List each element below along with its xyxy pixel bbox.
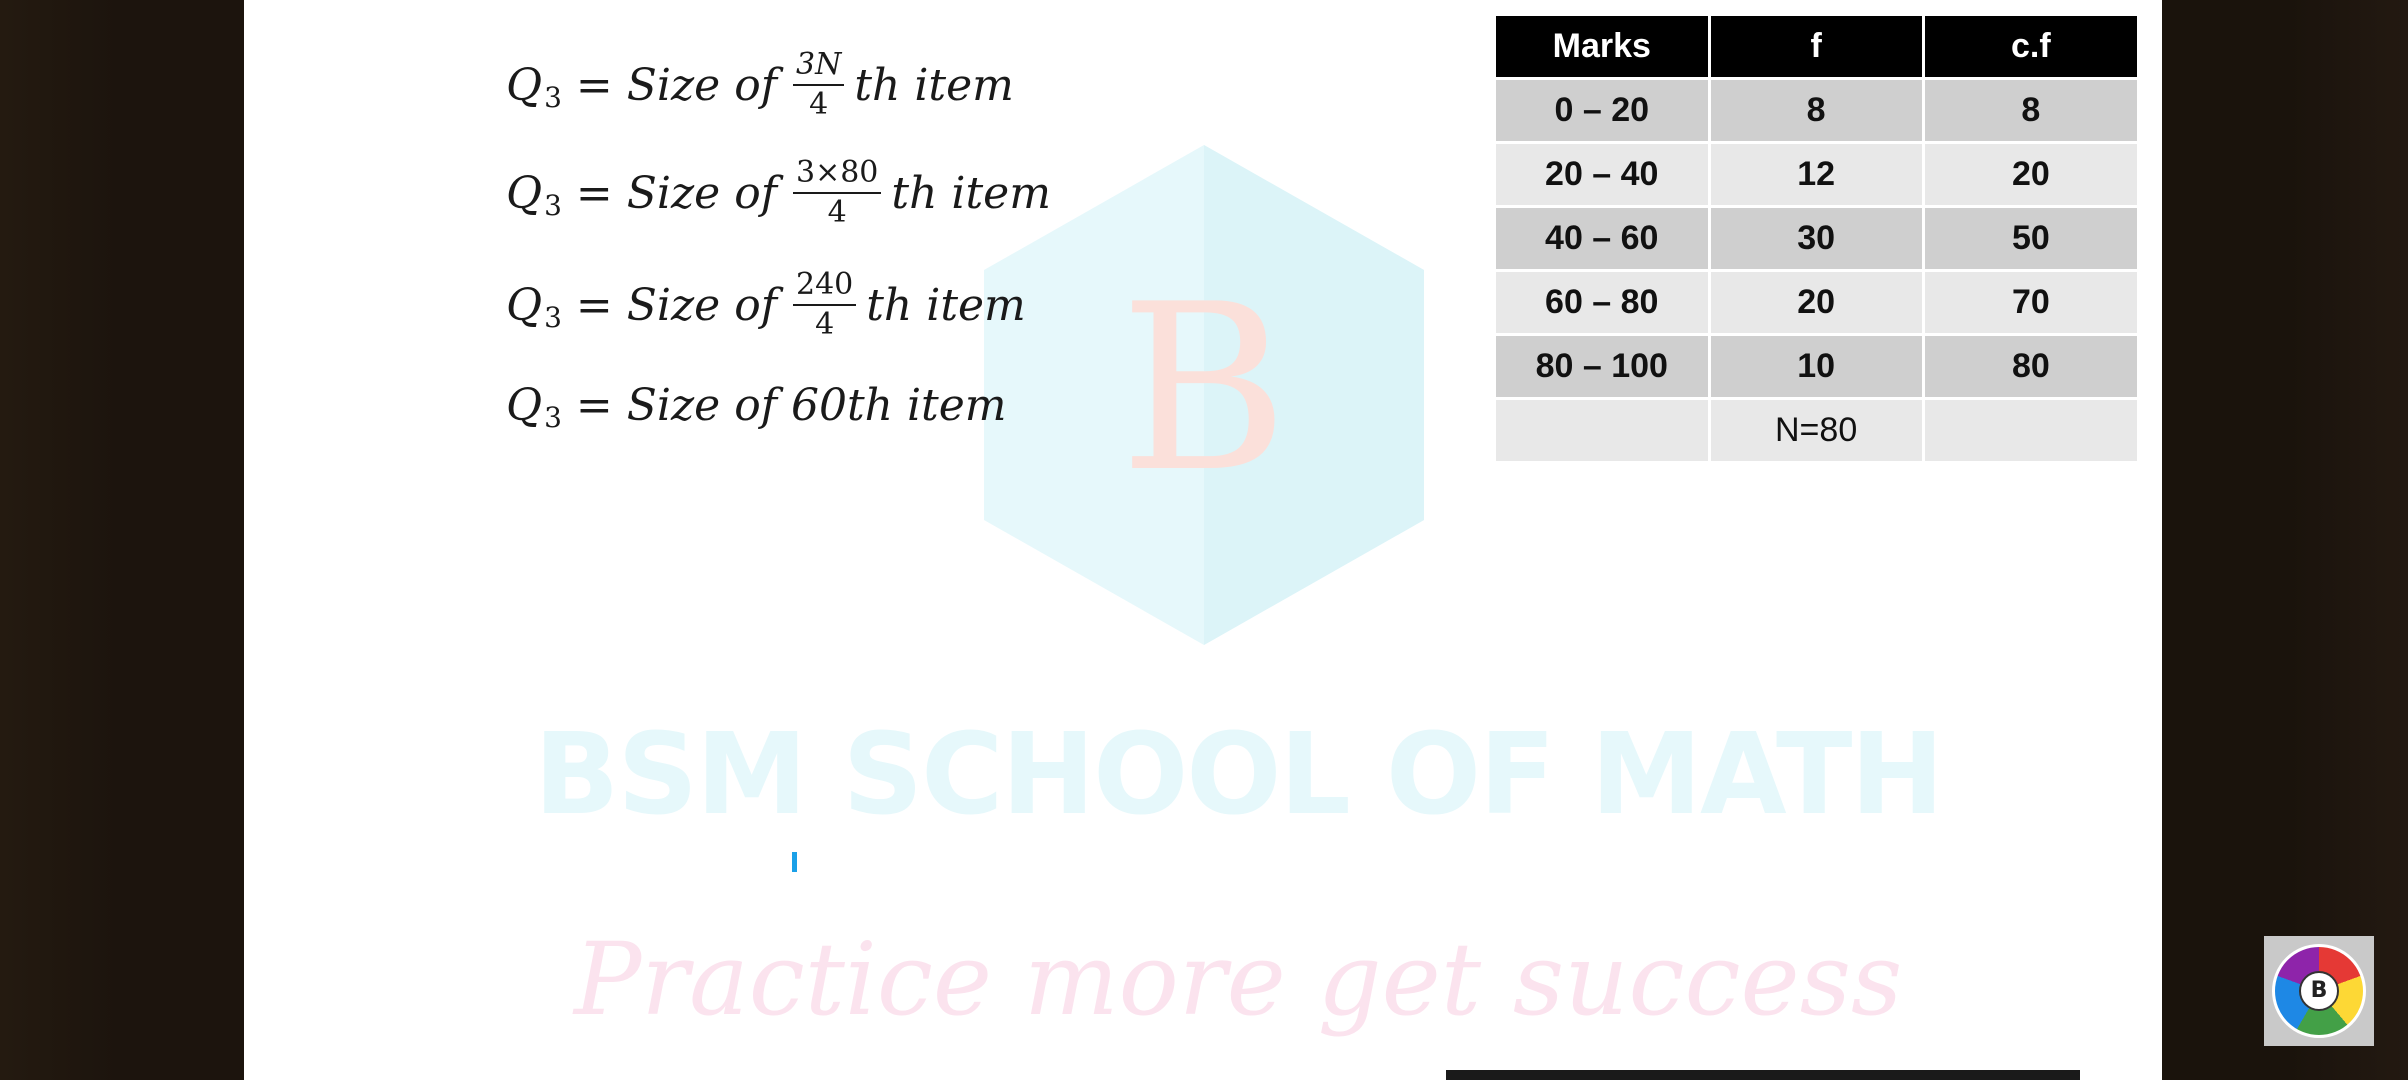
q-symbol: Q	[506, 59, 543, 111]
fraction-denominator: 4	[827, 195, 847, 230]
equals-sign: =	[575, 279, 613, 331]
table-row: 40 – 60 30 50	[1496, 208, 2140, 272]
table-row: 0 – 20 8 8	[1496, 80, 2140, 144]
watermark-tagline: Practice more get success	[574, 921, 1903, 1038]
header-marks: Marks	[1496, 16, 1711, 80]
slide: B BSM SCHOOL OF MATH Practice more get s…	[244, 0, 2162, 1080]
fraction: 3×80 4	[792, 156, 882, 230]
equation-line-2: Q3 = Size of 3×80 4 th item	[506, 148, 1051, 238]
equation-suffix: th item	[866, 279, 1026, 331]
cell-marks: 20 – 40	[1496, 144, 1711, 208]
cell-cf: 20	[1924, 144, 2140, 208]
table-row: 60 – 80 20 70	[1496, 272, 2140, 336]
equation-text: Size of 60th item	[626, 379, 1007, 431]
table-total-row: N=80	[1496, 400, 2140, 464]
channel-logo-button[interactable]: B	[2264, 936, 2374, 1046]
table-row: 20 – 40 12 20	[1496, 144, 2140, 208]
video-frame: B BSM SCHOOL OF MATH Practice more get s…	[0, 0, 2408, 1080]
bsm-logo-icon: B	[2272, 944, 2366, 1038]
cell-marks: 0 – 20	[1496, 80, 1711, 144]
cell-cf: 80	[1924, 336, 2140, 400]
fraction-denominator: 4	[815, 307, 835, 342]
q-symbol: Q	[506, 379, 543, 431]
equation-prefix: Size of	[626, 279, 777, 331]
text-cursor-mark	[792, 852, 797, 872]
q-subscript: 3	[544, 300, 562, 334]
cell-total-n: N=80	[1710, 400, 1925, 464]
table-header-row: Marks f c.f	[1496, 16, 2140, 80]
cell-marks: 40 – 60	[1496, 208, 1711, 272]
header-cf: c.f	[1924, 16, 2140, 80]
cell-marks: 80 – 100	[1496, 336, 1711, 400]
cell-cf: 70	[1924, 272, 2140, 336]
cell-cf: 50	[1924, 208, 2140, 272]
equals-sign: =	[575, 379, 613, 431]
cell-f: 8	[1710, 80, 1925, 144]
equation-line-1: Q3 = Size of 3N 4 th item	[506, 40, 1014, 130]
cell-cf: 8	[1924, 80, 2140, 144]
bottom-bar	[1446, 1070, 2080, 1080]
cell-marks: 60 – 80	[1496, 272, 1711, 336]
fraction-numerator: 3×80	[792, 156, 882, 194]
cell-total-marks	[1496, 400, 1711, 464]
fraction: 3N 4	[792, 48, 845, 122]
fraction-numerator: 240	[792, 268, 857, 306]
q-symbol: Q	[506, 167, 543, 219]
equals-sign: =	[575, 59, 613, 111]
fraction: 240 4	[792, 268, 857, 342]
equation-prefix: Size of	[626, 59, 777, 111]
equation-line-3: Q3 = Size of 240 4 th item	[506, 260, 1026, 350]
q-subscript: 3	[544, 80, 562, 114]
equation-suffix: th item	[891, 167, 1051, 219]
fraction-denominator: 4	[809, 87, 829, 122]
equation-prefix: Size of	[626, 167, 777, 219]
q-subscript: 3	[544, 400, 562, 434]
equals-sign: =	[575, 167, 613, 219]
cell-f: 12	[1710, 144, 1925, 208]
header-f: f	[1710, 16, 1925, 80]
cell-f: 20	[1710, 272, 1925, 336]
cell-f: 10	[1710, 336, 1925, 400]
cell-total-cf	[1924, 400, 2140, 464]
cell-f: 30	[1710, 208, 1925, 272]
fraction-numerator: 3N	[792, 48, 845, 86]
equation-suffix: th item	[854, 59, 1014, 111]
watermark-title: BSM SCHOOL OF MATH	[534, 710, 1944, 840]
frequency-table: Marks f c.f 0 – 20 8 8 20 – 40 12 20 40 …	[1496, 16, 2140, 464]
q-symbol: Q	[506, 279, 543, 331]
table-row: 80 – 100 10 80	[1496, 336, 2140, 400]
logo-letter: B	[2299, 971, 2339, 1011]
equation-line-4: Q3 = Size of 60th item	[506, 360, 1006, 450]
q-subscript: 3	[544, 188, 562, 222]
watermark-letter: B	[1119, 256, 1289, 523]
